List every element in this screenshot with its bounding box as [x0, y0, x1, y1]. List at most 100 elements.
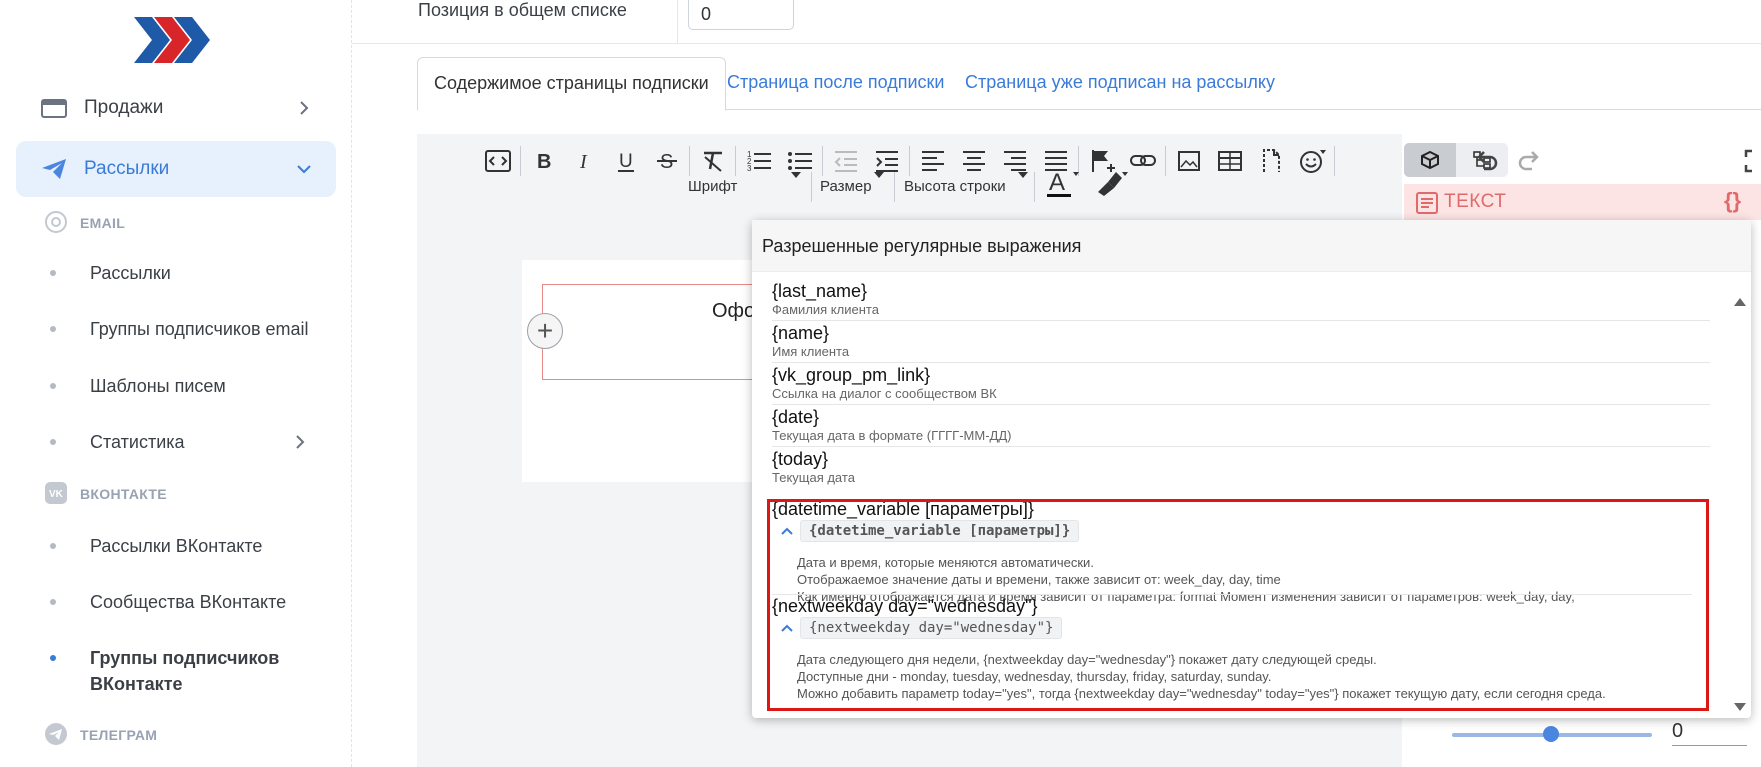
- chevron-right-icon: [296, 435, 305, 449]
- bold-button[interactable]: B: [523, 141, 564, 181]
- variable-item[interactable]: {date} Текущая дата в формате (ГГГГ-ММ-Д…: [772, 406, 1710, 447]
- numbered-list-button[interactable]: 123: [738, 141, 779, 181]
- bullet-icon: [50, 599, 56, 605]
- svg-text:VK: VK: [49, 489, 64, 500]
- clear-format-button[interactable]: [692, 141, 733, 181]
- insert-file-button[interactable]: [1250, 141, 1291, 181]
- text-color-icon[interactable]: A: [1045, 166, 1081, 202]
- popup-header: Разрешенные регулярные выражения: [752, 220, 1751, 272]
- variable-description: Фамилия клиента: [772, 302, 879, 317]
- text-block-header[interactable]: ТЕКСТ {}: [1404, 184, 1761, 220]
- variable-name: {vk_group_pm_link}: [772, 365, 931, 385]
- variable-description: Текущая дата: [772, 470, 855, 485]
- variable-name: {name}: [772, 323, 830, 343]
- divider: [1034, 172, 1035, 202]
- tab-already-subscribed[interactable]: Страница уже подписан на рассылку: [949, 57, 1291, 110]
- tab-bar: Содержимое страницы подписки Страница по…: [417, 57, 1761, 111]
- divider: [894, 172, 895, 202]
- position-row: Позиция в общем списке: [352, 0, 1761, 44]
- align-right-button[interactable]: [994, 141, 1035, 181]
- size-select[interactable]: Размер: [820, 178, 872, 195]
- tab-subscription-content[interactable]: Содержимое страницы подписки: [417, 57, 726, 111]
- toolbar-separator: [1165, 146, 1166, 176]
- sidebar-subitem-label: Шаблоны писем: [90, 376, 226, 396]
- chevron-right-icon: [300, 101, 309, 115]
- align-right-icon: [1003, 151, 1026, 171]
- position-input[interactable]: [688, 0, 794, 30]
- variable-item[interactable]: {today} Текущая дата: [772, 448, 1710, 489]
- telegram-icon: [45, 723, 67, 745]
- toolbar-separator: [1334, 146, 1335, 176]
- highlight-color-icon[interactable]: [1094, 166, 1130, 202]
- toolbar-separator: [520, 146, 521, 176]
- variables-button[interactable]: {}: [1724, 188, 1741, 214]
- divider: [677, 0, 678, 44]
- source-code-button[interactable]: [477, 141, 518, 181]
- svg-text:I: I: [579, 151, 588, 173]
- plus-icon: +: [536, 315, 554, 346]
- sidebar-item-sales[interactable]: Продажи: [16, 80, 336, 136]
- sidebar-subitem-label: Группы подписчиков ВКонтакте: [90, 648, 280, 694]
- underline-button[interactable]: U: [605, 141, 646, 181]
- link-icon: [1129, 155, 1156, 166]
- bullet-icon: [50, 543, 56, 549]
- variable-item[interactable]: {name} Имя клиента: [772, 322, 1710, 363]
- align-center-button[interactable]: [953, 141, 994, 181]
- variable-name: {last_name}: [772, 281, 868, 301]
- divider: [811, 172, 812, 202]
- variables-popup: Разрешенные регулярные выражения {last_n…: [752, 220, 1751, 718]
- emoji-icon: [1299, 150, 1326, 173]
- scroll-down-icon[interactable]: [1734, 703, 1746, 711]
- outdent-button[interactable]: [825, 141, 866, 181]
- add-block-button[interactable]: +: [527, 313, 563, 349]
- toolbar-separator: [822, 146, 823, 176]
- variable-description: Текущая дата в формате (ГГГГ-ММ-ДД): [772, 428, 1012, 443]
- insert-image-button[interactable]: [1168, 141, 1209, 181]
- section-title-vk: ВКОНТАКТЕ: [80, 486, 167, 502]
- italic-icon: I: [579, 151, 588, 173]
- bold-icon: B: [537, 151, 551, 173]
- blocks-view-button[interactable]: [1404, 143, 1456, 177]
- slider-value[interactable]: 0: [1672, 720, 1683, 743]
- strikethrough-icon: S: [656, 151, 677, 173]
- align-left-button[interactable]: [912, 141, 953, 181]
- indent-button[interactable]: [866, 141, 907, 181]
- bullet-icon: [50, 439, 56, 445]
- font-select[interactable]: Шрифт: [688, 178, 737, 195]
- svg-text:U: U: [619, 151, 633, 172]
- redo-icon[interactable]: [1516, 147, 1544, 175]
- file-icon: [1262, 149, 1280, 172]
- sidebar-subitem-label: Статистика: [90, 432, 185, 452]
- align-left-icon: [921, 151, 944, 171]
- variable-name: {today}: [772, 449, 829, 469]
- emoji-button[interactable]: [1291, 141, 1332, 181]
- logo-icon[interactable]: [134, 17, 210, 63]
- caret-down-icon: [791, 172, 801, 178]
- variable-description: Имя клиента: [772, 344, 850, 359]
- numbered-list-icon: 123: [747, 150, 771, 173]
- tab-after-subscription[interactable]: Страница после подписки: [711, 57, 960, 110]
- variable-item[interactable]: {last_name} Фамилия клиента: [772, 280, 1710, 321]
- position-label: Позиция в общем списке: [418, 0, 627, 20]
- scroll-up-icon[interactable]: [1734, 298, 1746, 306]
- sidebar-subitem-label: Рассылки ВКонтакте: [90, 536, 263, 556]
- bullet-list-icon: [787, 152, 812, 170]
- section-title-email: EMAIL: [80, 215, 126, 231]
- line-height-select[interactable]: Высота строки: [904, 178, 1006, 195]
- svg-text:A: A: [1049, 169, 1065, 196]
- sidebar-item-mailings[interactable]: Рассылки: [16, 141, 336, 197]
- sidebar-subitem-label: Группы подписчиков email: [90, 319, 309, 339]
- indent-icon: [875, 151, 898, 172]
- slider-thumb[interactable]: [1543, 726, 1559, 742]
- insert-table-button[interactable]: [1209, 141, 1250, 181]
- undo-icon[interactable]: [1472, 147, 1500, 175]
- variable-description: Ссылка на диалог с сообществом ВК: [772, 386, 997, 401]
- at-icon: [45, 211, 67, 233]
- underline-icon: U: [617, 151, 634, 172]
- fullscreen-icon[interactable]: [1742, 147, 1761, 175]
- variable-item[interactable]: {vk_group_pm_link} Ссылка на диалог с со…: [772, 364, 1710, 405]
- italic-button[interactable]: I: [564, 141, 605, 181]
- strikethrough-button[interactable]: S: [646, 141, 687, 181]
- sidebar: Продажи Рассылки EMAIL Рассылки Группы п…: [0, 0, 352, 767]
- divider: [1672, 745, 1747, 746]
